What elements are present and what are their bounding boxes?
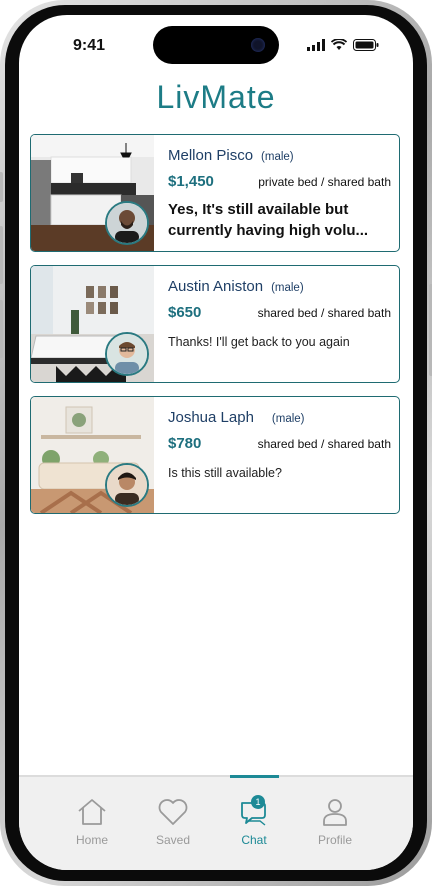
price-label: $780 — [168, 435, 202, 452]
signal-icon — [307, 39, 325, 51]
room-photo — [31, 266, 154, 382]
avatar — [105, 463, 149, 507]
last-message: Thanks! I'll get back to you again — [168, 335, 350, 349]
room-type-label: shared bed / shared bath — [257, 437, 391, 451]
tab-profile[interactable]: Profile — [295, 777, 375, 870]
volume-down-button — [0, 300, 3, 358]
tab-label: Chat — [241, 833, 267, 847]
battery-icon — [353, 39, 379, 51]
gender-label: (male) — [261, 151, 294, 163]
listing-card[interactable]: Joshua Laph (male) $780 shared bed / sha… — [30, 396, 400, 514]
roommate-name: Mellon Pisco — [168, 147, 254, 164]
room-type-label: shared bed / shared bath — [257, 306, 391, 320]
active-tab-indicator — [230, 775, 279, 778]
roommate-name: Joshua Laph — [168, 409, 254, 426]
avatar — [105, 201, 149, 245]
tab-label: Saved — [155, 833, 191, 847]
gender-label: (male) — [271, 282, 304, 294]
roommate-name: Austin Aniston — [168, 278, 264, 295]
home-icon — [78, 799, 106, 825]
listing-card[interactable]: Austin Aniston (male) $650 shared bed / … — [30, 265, 400, 383]
listing-card[interactable]: Mellon Pisco (male) $1,450 private bed /… — [30, 134, 400, 252]
room-type-label: private bed / shared bath — [258, 175, 391, 189]
person-icon — [323, 799, 347, 826]
tab-home[interactable]: Home — [52, 777, 132, 870]
tab-saved[interactable]: Saved — [133, 777, 213, 870]
room-photo — [31, 135, 154, 251]
dynamic-island — [153, 26, 279, 64]
tab-label: Profile — [317, 833, 352, 847]
price-label: $1,450 — [168, 173, 214, 190]
avatar — [105, 332, 149, 376]
status-time: 9:41 — [73, 37, 106, 54]
tab-chat[interactable]: 1 Chat — [214, 775, 294, 870]
unread-badge: 1 — [251, 795, 265, 809]
price-label: $650 — [168, 304, 202, 321]
wifi-icon — [331, 39, 347, 50]
bottom-tab-bar: Home Saved 1 Chat Profile — [19, 775, 413, 870]
last-message: Is this still available? — [168, 466, 282, 480]
status-icons — [307, 39, 379, 51]
tab-label: Home — [75, 833, 108, 847]
mute-switch — [0, 172, 3, 202]
app-logo: LivMate — [156, 79, 276, 115]
camera-icon — [251, 38, 265, 52]
screen: 9:41 LivMate Mellon Pisco (male) $1,450 … — [19, 15, 413, 870]
heart-icon — [158, 799, 188, 825]
gender-label: (male) — [271, 413, 305, 425]
last-message: Yes, It's still available but currently … — [168, 201, 369, 239]
volume-up-button — [0, 226, 3, 284]
room-photo — [31, 397, 154, 513]
